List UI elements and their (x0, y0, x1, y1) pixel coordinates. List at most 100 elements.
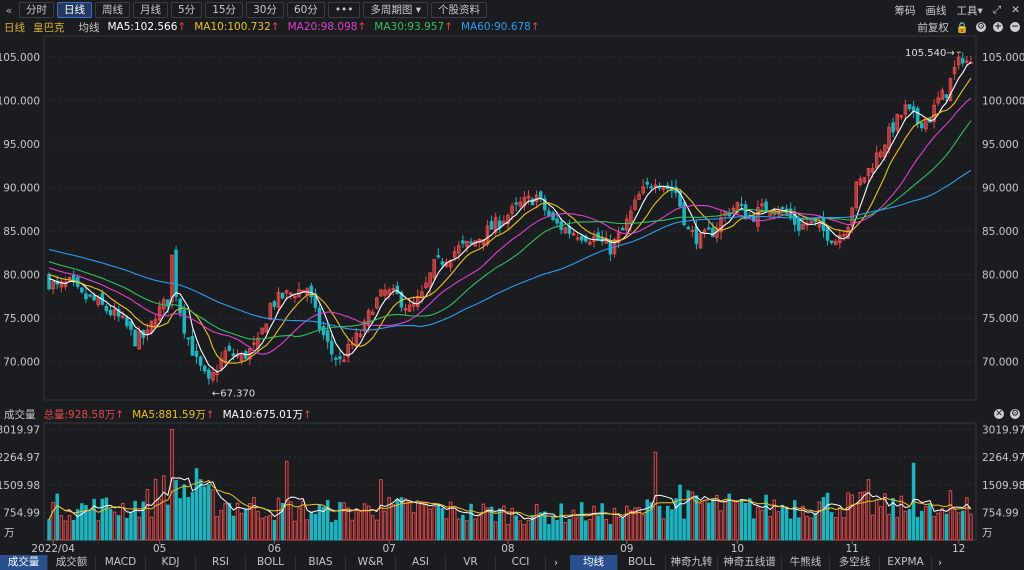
close-icon[interactable]: ✕ (994, 409, 1004, 419)
period-button[interactable]: 60分 (286, 2, 325, 18)
volume-tick-left: 1509.98 (0, 480, 40, 492)
tab-ma[interactable]: 均线 (570, 555, 618, 570)
tab-vr[interactable]: VR (446, 555, 496, 570)
volume-bar (526, 519, 531, 541)
lock-icon[interactable]: 🔒 (956, 21, 969, 34)
volume-bar (657, 505, 662, 541)
volume-bar (133, 500, 137, 541)
tab-wr[interactable]: W&R (346, 555, 396, 570)
tab-bias[interactable]: BIAS (296, 555, 346, 570)
candle-body (84, 293, 88, 300)
tab-expma[interactable]: EXPMA (880, 555, 932, 570)
zoom-out-icon[interactable]: − (1010, 22, 1020, 32)
tab-boll[interactable]: BOLL (246, 555, 296, 570)
volume-bar (850, 494, 854, 541)
draw-line-button[interactable]: 画线 (926, 3, 947, 18)
period-button[interactable]: 5分 (171, 2, 203, 18)
volume-bar (514, 515, 518, 541)
volume-bar (547, 524, 551, 541)
volume-bar (506, 524, 510, 541)
period-button[interactable]: 30分 (246, 2, 284, 18)
volume-bar (112, 511, 117, 541)
high-label: 105.540→ (905, 48, 955, 59)
tab-cci[interactable]: CCI (496, 555, 546, 570)
period-button[interactable]: 15分 (205, 2, 244, 18)
volume-bar (301, 500, 305, 541)
close-icon[interactable]: ✕ (1011, 4, 1020, 16)
tab-bull-bear[interactable]: 牛熊线 (782, 555, 830, 570)
candle-body (551, 212, 555, 221)
tab-rsi[interactable]: RSI (196, 555, 246, 570)
period-button[interactable]: 月线 (133, 2, 168, 18)
volume-bar (465, 520, 469, 541)
settings-icon[interactable]: ⚙ (976, 22, 986, 32)
period-button[interactable]: 周线 (95, 2, 130, 18)
tab-volume[interactable]: 成交量 (0, 555, 48, 570)
candle-body (575, 237, 580, 240)
candle-body (579, 236, 584, 241)
settings-icon[interactable]: ⚙ (1010, 409, 1020, 419)
volume-bar (137, 516, 141, 541)
candle-body (174, 249, 178, 297)
period-button[interactable]: ••• (327, 2, 361, 18)
volume-bar (952, 508, 957, 541)
volume-bar (88, 510, 92, 541)
volume-bar (436, 504, 441, 541)
chevron-right-icon[interactable]: › (546, 557, 566, 569)
period-button[interactable]: 多周期图 ▾ (363, 2, 429, 18)
zoom-in-icon[interactable]: + (993, 22, 1003, 32)
tab-turnover[interactable]: 成交额 (48, 555, 96, 570)
volume-bar (75, 509, 80, 541)
tab-long-short[interactable]: 多空线 (830, 555, 880, 570)
tools-button[interactable]: 工具▾ (957, 3, 983, 18)
volume-bar (125, 517, 129, 541)
volume-bar (157, 498, 162, 541)
volume-ma10: MA10:675.01万↑ (222, 408, 312, 421)
volume-bar (698, 502, 703, 541)
candle-body (530, 198, 535, 206)
kline-chart[interactable]: 105.000 105.000 100.000 100.000 95.000 95.000… (0, 0, 1024, 570)
adjust-label[interactable]: 前复权 (917, 20, 949, 35)
volume-bar (563, 522, 568, 541)
volume-bar (342, 502, 346, 541)
volume-bar (469, 503, 473, 541)
x-tick-label: 07 (382, 543, 395, 555)
volume-bar (166, 504, 170, 541)
tab-asi[interactable]: ASI (396, 555, 446, 570)
tab-nine-turns[interactable]: 神奇九转 (666, 555, 718, 570)
tab-macd[interactable]: MACD (96, 555, 146, 570)
double-chevron-left-icon[interactable]: « (2, 4, 16, 17)
volume-bar (178, 498, 182, 541)
volume-bar (551, 515, 555, 541)
volume-bar (47, 519, 51, 541)
volume-bar (920, 510, 924, 541)
volume-bar (854, 503, 859, 541)
chip-button[interactable]: 筹码 (895, 3, 916, 18)
chevron-right-icon[interactable]: › (932, 557, 948, 569)
tab-kdj[interactable]: KDJ (146, 555, 196, 570)
volume-bar (846, 492, 850, 541)
candle-body (694, 226, 699, 245)
volume-bar (145, 488, 150, 541)
volume-bar (202, 486, 207, 541)
period-button[interactable]: 个股资料 (431, 2, 488, 18)
fullscreen-icon[interactable]: ⤢ (993, 4, 1001, 17)
volume-bar (702, 500, 707, 541)
period-button[interactable]: 分时 (19, 2, 54, 18)
period-button[interactable]: 日线 (57, 2, 92, 18)
volume-bar (747, 498, 752, 541)
low-label: ←67.370 (212, 389, 255, 400)
candle-body (108, 309, 113, 316)
avg-label[interactable]: 均线 (79, 20, 100, 35)
candle-body (334, 357, 338, 360)
volume-bar (161, 475, 166, 541)
volume-bar (817, 501, 822, 541)
tab-boll-overlay[interactable]: BOLL (618, 555, 666, 570)
volume-bar (870, 514, 875, 541)
volume-bar (510, 507, 514, 541)
tab-five-lines[interactable]: 神奇五线谱 (718, 555, 782, 570)
candle-body (764, 201, 768, 212)
volume-bar (153, 478, 158, 541)
volume-bar (788, 518, 793, 541)
volume-bar (944, 513, 949, 541)
